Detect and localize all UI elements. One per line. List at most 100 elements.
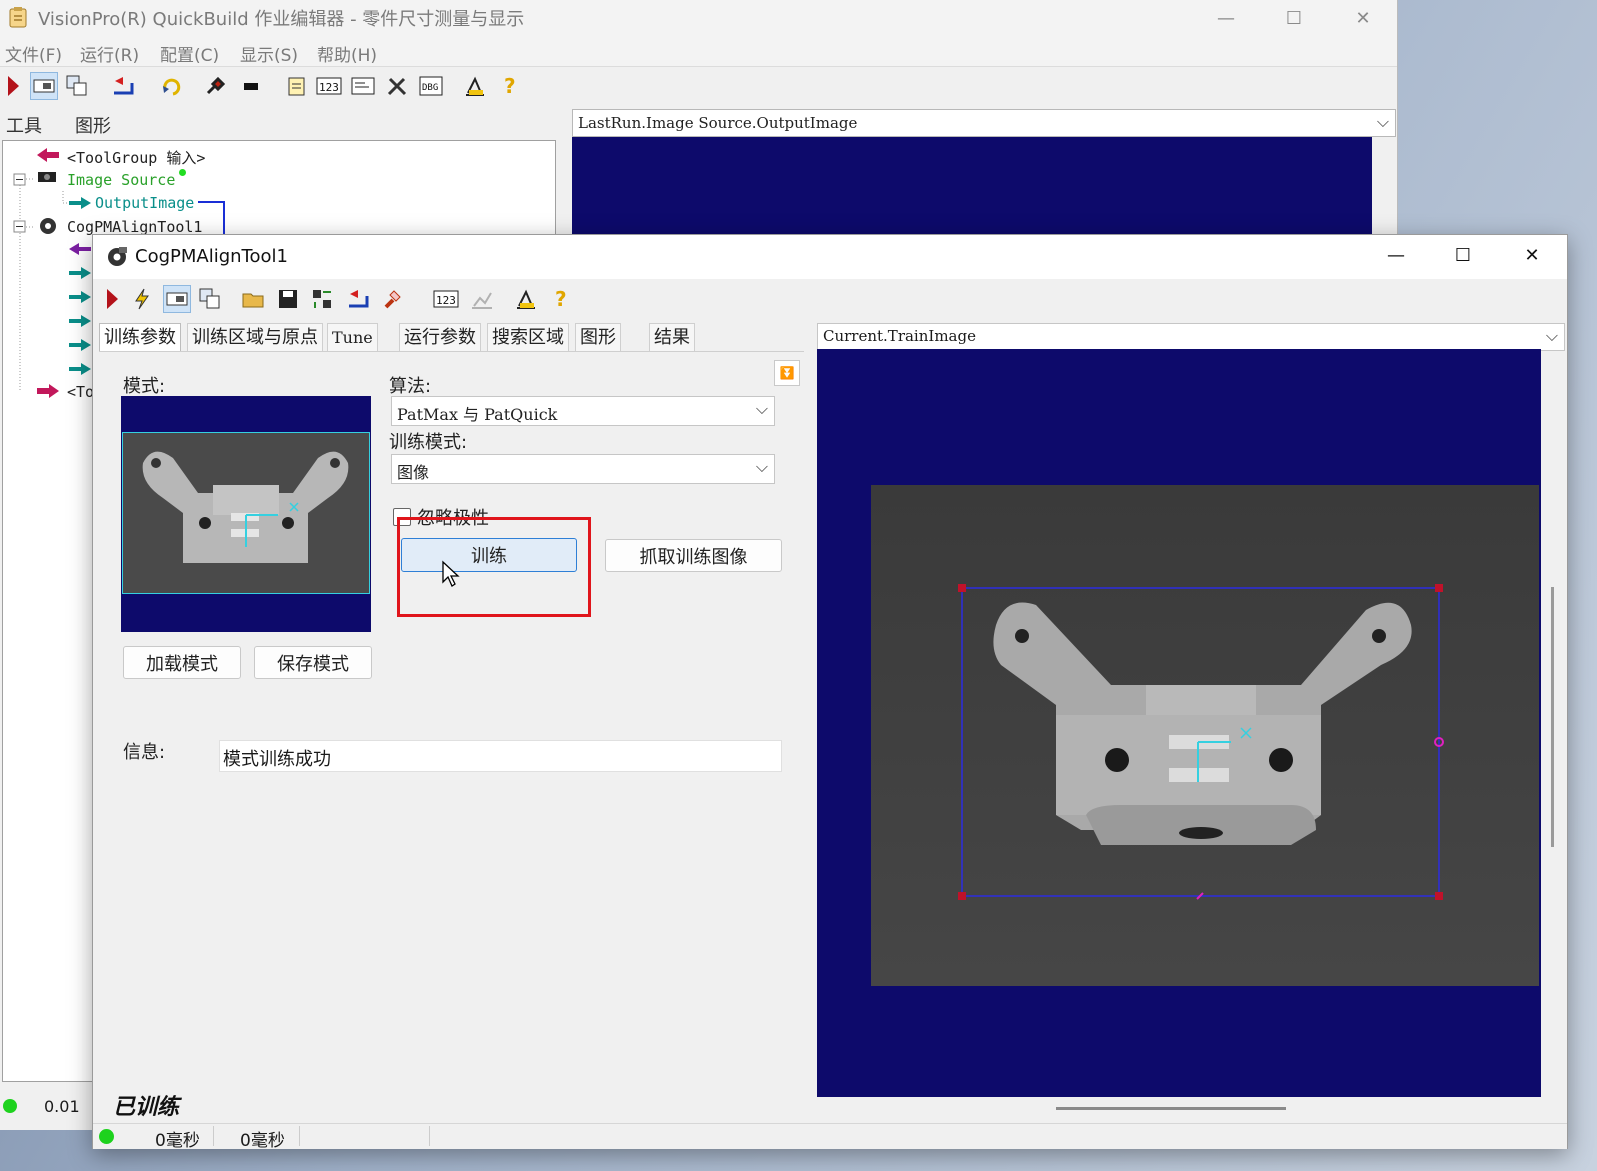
tab-train-region-origin[interactable]: 训练区域与原点 <box>187 323 323 352</box>
numeric-123-icon[interactable]: 123 <box>433 286 459 312</box>
image-display-icon[interactable] <box>30 72 58 100</box>
menu-help[interactable]: 帮助(H) <box>317 41 377 66</box>
tool-brush-icon[interactable] <box>379 286 405 312</box>
close-button[interactable]: ✕ <box>1509 237 1555 273</box>
main-statusbar: 0.01 <box>0 1085 95 1130</box>
electric-run-icon[interactable] <box>129 286 155 312</box>
output-arrow-icon <box>67 289 93 308</box>
tree-image-source[interactable]: Image Source <box>67 171 175 189</box>
chart-check-icon <box>469 286 495 312</box>
notes-icon[interactable] <box>284 73 310 99</box>
status-ok-icon <box>99 1129 114 1144</box>
status-divider <box>429 1126 430 1146</box>
train-image-selector-value: Current.TrainImage <box>823 327 976 345</box>
minimize-button[interactable]: — <box>1203 0 1249 36</box>
highlight-box <box>397 517 591 617</box>
chevron-down-icon: ⌵ <box>755 457 768 476</box>
maximize-button[interactable]: ☐ <box>1271 0 1317 36</box>
pmalign-dialog: CogPMAlignTool1 — ☐ ✕ 123 ? 训练参数 训练区域与原点… <box>92 234 1568 1151</box>
dialog-titlebar: CogPMAlignTool1 — ☐ ✕ <box>93 235 1567 279</box>
status-divider <box>213 1126 214 1146</box>
run-icon[interactable] <box>99 286 125 312</box>
total-time-value: 0毫秒 <box>240 1131 285 1151</box>
pmalign-tool-icon <box>37 216 59 240</box>
debug-icon[interactable]: DBG <box>418 73 444 99</box>
graph-config-icon[interactable] <box>462 73 488 99</box>
menu-display[interactable]: 显示(S) <box>240 41 298 66</box>
windows-icon[interactable] <box>64 73 90 99</box>
trained-status-label: 已训练 <box>113 1095 180 1120</box>
main-titlebar: VisionPro(R) QuickBuild 作业编辑器 - 零件尺寸测量与显… <box>0 0 1397 36</box>
train-params-page: ⏬ 模式: 算法: PatMax 与 PatQuick ⌵ 训练模式: 图像 ⌵… <box>99 351 804 1112</box>
output-arrow-icon <box>67 361 93 380</box>
mouse-cursor-icon <box>441 560 461 592</box>
train-mode-select[interactable]: 图像 ⌵ <box>391 454 775 484</box>
tab-results[interactable]: 结果 <box>649 323 695 352</box>
main-image-display[interactable] <box>572 137 1372 237</box>
graph-config-icon[interactable] <box>513 286 539 312</box>
algorithm-select[interactable]: PatMax 与 PatQuick ⌵ <box>391 396 775 426</box>
windows-icon[interactable] <box>197 286 223 312</box>
minimize-button[interactable]: — <box>1373 237 1419 273</box>
chevron-down-icon: ⌵ <box>1376 112 1389 131</box>
save-icon[interactable] <box>275 286 301 312</box>
dialog-title: CogPMAlignTool1 <box>135 246 288 267</box>
status-ok-icon <box>3 1099 17 1113</box>
save-pattern-button[interactable]: 保存模式 <box>254 646 372 679</box>
input-arrow-icon <box>35 147 61 167</box>
tab-search-region[interactable]: 搜索区域 <box>487 323 569 352</box>
loop-icon[interactable] <box>158 73 184 99</box>
dialog-tabs: 训练参数 训练区域与原点 Tune 运行参数 搜索区域 图形 结果 <box>99 323 719 352</box>
tab-run-params[interactable]: 运行参数 <box>399 323 481 352</box>
close-button[interactable]: ✕ <box>1340 0 1386 36</box>
grab-train-image-button[interactable]: 抓取训练图像 <box>605 539 782 572</box>
numeric-123-icon[interactable]: 123 <box>316 73 342 99</box>
load-pattern-button[interactable]: 加载模式 <box>123 646 241 679</box>
svg-text:?: ? <box>555 288 567 310</box>
tab-tune[interactable]: Tune <box>327 323 378 352</box>
pattern-label: 模式: <box>123 376 166 397</box>
image-display-icon[interactable] <box>163 285 191 313</box>
menu-config[interactable]: 配置(C) <box>160 41 219 66</box>
terminal-icon[interactable] <box>350 73 376 99</box>
tree-toolgroup-input[interactable]: <ToolGroup 输入> <box>67 147 205 168</box>
tab-graphics[interactable]: 图形 <box>75 112 111 138</box>
chevron-down-icon: ⌵ <box>755 399 768 418</box>
train-image-selector[interactable]: Current.TrainImage ⌵ <box>817 323 1565 351</box>
svg-text:DBG: DBG <box>422 83 438 93</box>
reset-icon[interactable] <box>110 73 136 99</box>
chevron-down-icon: ⌵ <box>1545 326 1558 345</box>
pattern-preview[interactable] <box>121 396 371 632</box>
grab-image-icon[interactable] <box>309 286 335 312</box>
run-time-value: 0毫秒 <box>155 1131 200 1151</box>
tab-tools[interactable]: 工具 <box>6 112 42 138</box>
main-image-selector[interactable]: LastRun.Image Source.OutputImage ⌵ <box>572 109 1396 137</box>
output-group-arrow-icon <box>35 383 61 403</box>
menu-file[interactable]: 文件(F) <box>5 41 62 66</box>
tab-train-params[interactable]: 训练参数 <box>99 323 181 352</box>
maximize-button[interactable]: ☐ <box>1440 237 1486 273</box>
output-arrow-icon <box>67 195 93 214</box>
run-icon[interactable] <box>0 73 26 99</box>
tools-icon[interactable] <box>384 73 410 99</box>
horizontal-scrollbar[interactable] <box>1056 1107 1286 1110</box>
tool-brush-icon[interactable] <box>202 73 228 99</box>
camera-icon[interactable] <box>238 73 264 99</box>
input-arrow-icon <box>67 241 93 260</box>
menu-run[interactable]: 运行(R) <box>80 41 139 66</box>
info-label: 信息: <box>123 742 166 763</box>
svg-text:123: 123 <box>436 294 456 307</box>
train-mode-label: 训练模式: <box>389 432 468 453</box>
reset-icon[interactable] <box>345 286 371 312</box>
vertical-scrollbar[interactable] <box>1551 587 1554 847</box>
tab-graphics[interactable]: 图形 <box>575 323 621 352</box>
dialog-toolbar: 123 ? <box>93 281 813 317</box>
tree-toolgroup-output[interactable]: <To <box>67 383 94 401</box>
train-image <box>871 485 1539 986</box>
help-icon[interactable]: ? <box>498 73 524 99</box>
tree-output-image[interactable]: OutputImage <box>95 194 194 212</box>
help-icon[interactable]: ? <box>549 286 575 312</box>
expand-double-chevron-icon[interactable]: ⏬ <box>774 360 800 386</box>
open-folder-icon[interactable] <box>241 286 267 312</box>
train-image-display[interactable] <box>817 349 1541 1097</box>
